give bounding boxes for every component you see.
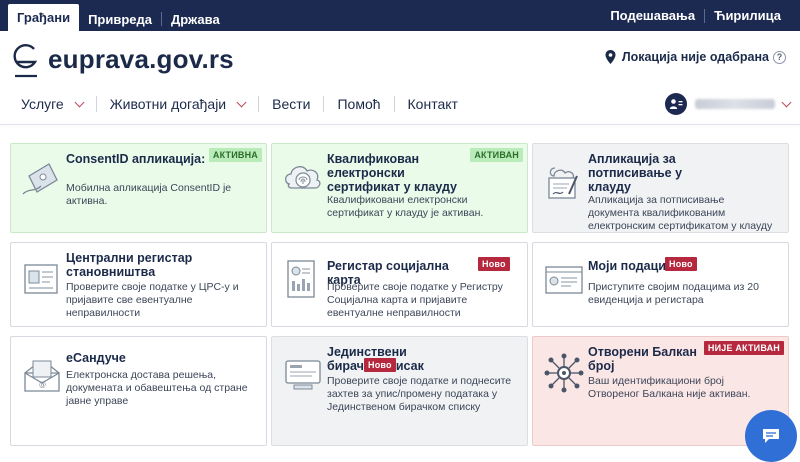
settings-link[interactable]: Подешавања <box>601 4 704 27</box>
card-title: ConsentID апликација: <box>66 152 206 166</box>
card-description: Мобилна апликација ConsentID је активна. <box>66 182 232 207</box>
card-description: Апликација за потписивање документа квал… <box>588 194 773 232</box>
chevron-down-icon <box>781 97 792 107</box>
card-title: Отворени Балкан број <box>588 345 697 373</box>
site-brand[interactable]: euprava.gov.rs <box>48 44 234 75</box>
card-consentid[interactable]: ConsentID апликација: Мобилна апликација… <box>10 143 267 233</box>
social-card-icon <box>287 260 315 298</box>
new-badge: Ново <box>478 257 510 271</box>
new-badge: Ново <box>364 358 396 372</box>
card-description: Ваш идентификациони број Отвореног Балка… <box>588 375 751 400</box>
question-circle-icon[interactable]: ? <box>773 50 786 64</box>
location-selector[interactable]: Локација није одабрана ? <box>605 50 786 64</box>
chat-button[interactable] <box>745 410 797 462</box>
location-label: Локација није одабрана <box>621 50 769 64</box>
user-card-icon <box>669 99 683 109</box>
card-description: Проверите своје податке и поднесите захт… <box>327 375 512 413</box>
card-title: Квалификован електронски сертификат у кл… <box>327 152 458 194</box>
nav-item-label: Контакт <box>407 96 458 112</box>
id-document-icon <box>24 264 58 294</box>
audience-tabs: Грађани Привреда Држава <box>8 4 229 31</box>
top-bar: Грађани Привреда Држава Подешавања Ћирил… <box>0 0 800 31</box>
voter-list-icon <box>285 360 321 390</box>
nav-item-label: Помоћ <box>337 96 381 112</box>
user-name-blurred <box>695 99 775 109</box>
status-badge: НИЈЕ АКТИВАН <box>703 341 784 355</box>
script-switch-link[interactable]: Ћирилица <box>705 4 790 27</box>
nav-item-services[interactable]: Услуге <box>8 96 96 112</box>
new-badge: Ново <box>665 257 697 271</box>
euprava-logo-icon[interactable] <box>12 40 40 80</box>
card-description: Електронска достава решења, докумената и… <box>66 369 248 407</box>
card-description: Приступите својим подацима из 20 евиденц… <box>588 281 759 306</box>
card-title: еСандуче <box>66 351 126 365</box>
nav-item-label: Вести <box>272 96 311 112</box>
card-voter-list[interactable]: Јединствени бирачки списак Ново Проверит… <box>271 336 528 446</box>
location-pin-icon <box>605 50 616 64</box>
card-title: Моји подаци <box>588 259 666 273</box>
top-bar-right: Подешавања Ћирилица <box>601 0 790 31</box>
card-cloud-signing[interactable]: Апликација за потписивање у клауду Аплик… <box>532 143 789 233</box>
nav-item-contact[interactable]: Контакт <box>395 96 471 112</box>
card-description: Проверите своје податке у Регистру Социј… <box>327 281 503 319</box>
nav-item-label: Животни догађаји <box>109 96 227 112</box>
card-title: Централни регистар становништва <box>66 251 193 279</box>
signing-document-icon <box>548 167 578 199</box>
user-menu[interactable] <box>665 93 792 115</box>
card-cloud-certificate[interactable]: Квалификован електронски сертификат у кл… <box>271 143 528 233</box>
header-divider <box>0 124 800 125</box>
avatar[interactable] <box>665 93 687 115</box>
main-nav: Услуге Животни догађаји Вести Помоћ Конт… <box>8 88 471 120</box>
nav-item-help[interactable]: Помоћ <box>324 96 393 112</box>
status-badge: АКТИВАН <box>470 148 523 162</box>
tab-government[interactable]: Држава <box>162 8 229 31</box>
nav-item-life-events[interactable]: Животни догађаји <box>97 96 258 112</box>
card-title: Апликација за потписивање у клауду <box>588 152 683 194</box>
card-my-data[interactable]: Моји подаци Ново Приступите својим подац… <box>532 242 789 327</box>
nav-item-news[interactable]: Вести <box>259 96 323 112</box>
inbox-envelope-icon: @ <box>24 360 60 392</box>
card-description: Квалификовани електронски сертификат у к… <box>327 194 484 219</box>
chevron-down-icon <box>74 97 85 107</box>
card-social-card-registry[interactable]: Регистар социјална карта Ново Проверите … <box>271 242 528 327</box>
card-description: Проверите своје податке у ЦРС-у и пријав… <box>66 281 239 319</box>
tab-business[interactable]: Привреда <box>79 8 161 31</box>
card-central-registry[interactable]: Централни регистар становништва Проверит… <box>10 242 267 327</box>
svg-text:@: @ <box>39 381 46 389</box>
tab-citizens[interactable]: Грађани <box>8 4 80 31</box>
network-gear-icon <box>544 353 584 393</box>
cloud-fingerprint-icon <box>284 166 321 189</box>
chat-bubble-icon <box>763 429 779 443</box>
status-badge: АКТИВНА <box>208 148 262 162</box>
consent-card-icon <box>22 163 58 195</box>
card-einbox[interactable]: @ еСандуче Електронска достава решења, д… <box>10 336 267 446</box>
chevron-down-icon <box>236 97 247 107</box>
my-data-icon <box>545 266 583 294</box>
nav-item-label: Услуге <box>21 96 64 112</box>
